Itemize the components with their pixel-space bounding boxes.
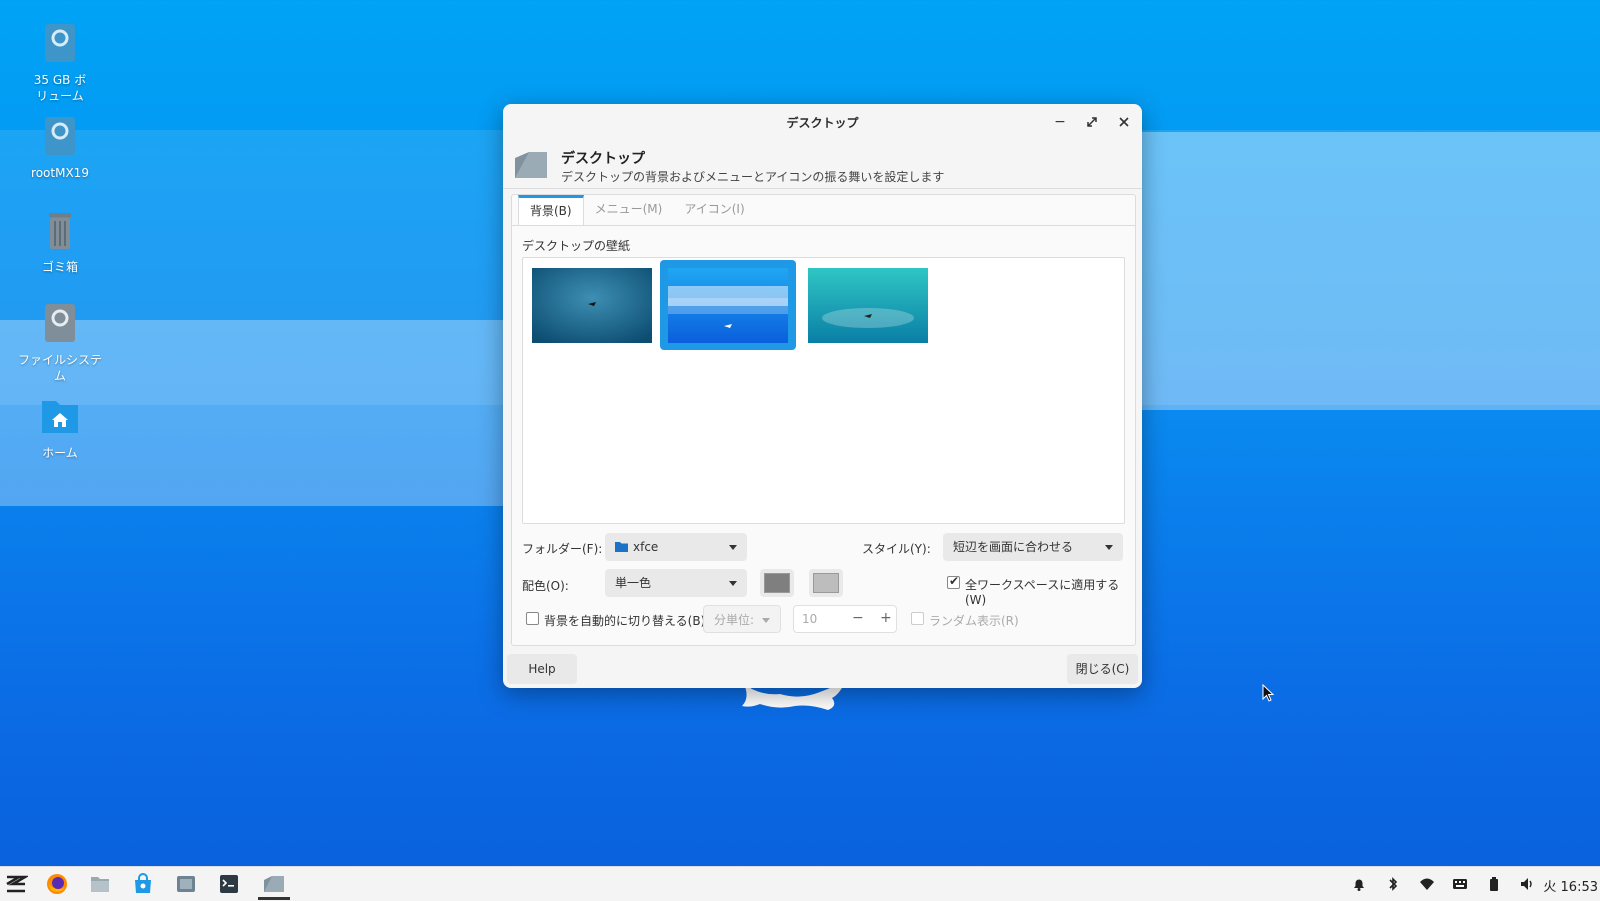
wallpaper-band: [1140, 132, 1600, 410]
home-folder-icon: [42, 401, 78, 433]
wallpaper-thumbnail[interactable]: [532, 268, 652, 343]
desktop-icon-label: ゴミ箱: [41, 260, 78, 274]
bluetooth-icon[interactable]: [1385, 876, 1401, 892]
close-button[interactable]: 閉じる(C): [1067, 654, 1138, 684]
mouse-cursor-icon: [1262, 684, 1274, 702]
desktop-icon-label: 35 GB ボ リューム: [33, 73, 87, 103]
decrement-button[interactable]: −: [852, 610, 864, 626]
drive-icon: [45, 117, 75, 155]
desktop-icon-home[interactable]: ホーム: [10, 395, 110, 461]
style-dropdown[interactable]: 短辺を画面に合わせる: [943, 533, 1123, 561]
desktop-icon-label: rootMX19: [31, 166, 89, 180]
folder-icon: [615, 542, 628, 552]
terminal-icon[interactable]: [217, 872, 241, 896]
secondary-color-button[interactable]: [809, 569, 843, 597]
settings-notebook: 背景(B) メニュー(M) アイコン(I) デスクトップの壁紙 フォルダー(F)…: [511, 194, 1136, 646]
wallpaper-section-label: デスクトップの壁紙: [522, 239, 631, 253]
folder-value: xfce: [633, 540, 659, 554]
help-button[interactable]: Help: [507, 654, 577, 684]
folder-dropdown[interactable]: xfce: [605, 533, 747, 561]
close-icon: [1119, 117, 1129, 127]
auto-change-label: 背景を自動的に切り替える(B): [544, 614, 706, 628]
color-style-value: 単一色: [615, 576, 652, 590]
desktop-icon-volume[interactable]: 35 GB ボ リューム: [10, 22, 110, 104]
firefox-icon[interactable]: [45, 872, 69, 896]
style-value: 短辺を画面に合わせる: [953, 540, 1074, 554]
desktop-icon-label: ファイルシステ ム: [17, 353, 102, 383]
desktop-settings-icon: [515, 152, 547, 178]
minimize-button[interactable]: −: [1050, 112, 1070, 132]
chevron-down-icon: [1105, 545, 1113, 550]
primary-color-swatch: [764, 573, 790, 593]
wifi-icon[interactable]: [1419, 876, 1435, 892]
window-title: デスクトップ: [786, 116, 859, 130]
taskbar: 火 16:53: [0, 866, 1600, 901]
software-store-icon[interactable]: [131, 872, 155, 896]
wallpaper-thumbnail[interactable]: [808, 268, 928, 343]
random-order-label: ランダム表示(R): [929, 614, 1019, 628]
screenshot-icon[interactable]: [174, 872, 198, 896]
notification-bell-icon[interactable]: [1351, 876, 1367, 892]
apply-all-workspaces-checkbox[interactable]: ✔: [947, 574, 960, 589]
file-manager-icon[interactable]: [88, 872, 112, 896]
desktop-icon-filesystem[interactable]: ファイルシステ ム: [10, 302, 110, 384]
volume-icon[interactable]: [1519, 876, 1535, 892]
header-subtitle: デスクトップの背景およびメニューとアイコンの振る舞いを設定します: [561, 170, 945, 184]
desktop-settings-taskbar-icon[interactable]: [262, 872, 286, 896]
maximize-button[interactable]: [1082, 112, 1102, 132]
color-label: 配色(O):: [522, 579, 569, 593]
increment-button[interactable]: +: [880, 610, 892, 626]
interval-unit-dropdown[interactable]: 分単位:: [703, 605, 781, 633]
dialog-header: デスクトップ デスクトップの背景およびメニューとアイコンの振る舞いを設定します: [511, 146, 1134, 186]
auto-change-checkbox[interactable]: [526, 612, 539, 625]
desktop-icon-trash[interactable]: ゴミ箱: [10, 209, 110, 275]
checkmark-icon: ✔: [949, 574, 960, 588]
secondary-color-swatch: [813, 573, 839, 593]
apply-all-workspaces-label: 全ワークスペースに適用する(W): [965, 578, 1120, 607]
wallpaper-preview: [668, 268, 788, 343]
tab-bar: 背景(B) メニュー(M) アイコン(I): [518, 195, 756, 225]
header-title: デスクトップ: [561, 151, 645, 167]
header-divider: [503, 188, 1142, 189]
desktop-icon-rootmx19[interactable]: rootMX19: [10, 115, 110, 181]
keyboard-icon[interactable]: [1452, 876, 1468, 892]
folder-label: フォルダー(F):: [522, 542, 603, 556]
drive-icon: [45, 24, 75, 62]
tab-divider: [512, 225, 1135, 226]
window-titlebar[interactable]: デスクトップ −: [503, 104, 1142, 138]
chevron-down-icon: [729, 545, 737, 550]
interval-value: 10: [802, 612, 818, 626]
trash-icon: [49, 213, 71, 249]
close-window-button[interactable]: [1114, 112, 1134, 132]
style-label: スタイル(Y):: [862, 542, 931, 556]
tab-menu[interactable]: メニュー(M): [584, 195, 674, 224]
wallpaper-grid: [522, 257, 1125, 524]
interval-unit-value: 分単位:: [714, 613, 755, 627]
chevron-down-icon: [762, 618, 770, 623]
tab-background[interactable]: 背景(B): [518, 195, 584, 225]
drive-icon: [45, 304, 75, 342]
color-style-dropdown[interactable]: 単一色: [605, 569, 747, 597]
random-order-checkbox[interactable]: [911, 612, 924, 625]
primary-color-button[interactable]: [760, 569, 794, 597]
wallpaper-thumbnail-selected[interactable]: [660, 260, 796, 350]
maximize-icon: [1087, 117, 1097, 127]
interval-stepper[interactable]: 10 − +: [793, 605, 897, 633]
battery-icon[interactable]: [1486, 876, 1502, 892]
tab-icons[interactable]: アイコン(I): [673, 195, 755, 224]
chevron-down-icon: [729, 581, 737, 586]
desktop-icon-label: ホーム: [42, 446, 78, 460]
clock[interactable]: 火 16:53: [1543, 876, 1598, 895]
app-menu-icon[interactable]: [4, 872, 28, 896]
desktop-settings-dialog: デスクトップ − デスクトップ デスクトップの背景およびメニューとアイコンの振る…: [503, 104, 1142, 688]
